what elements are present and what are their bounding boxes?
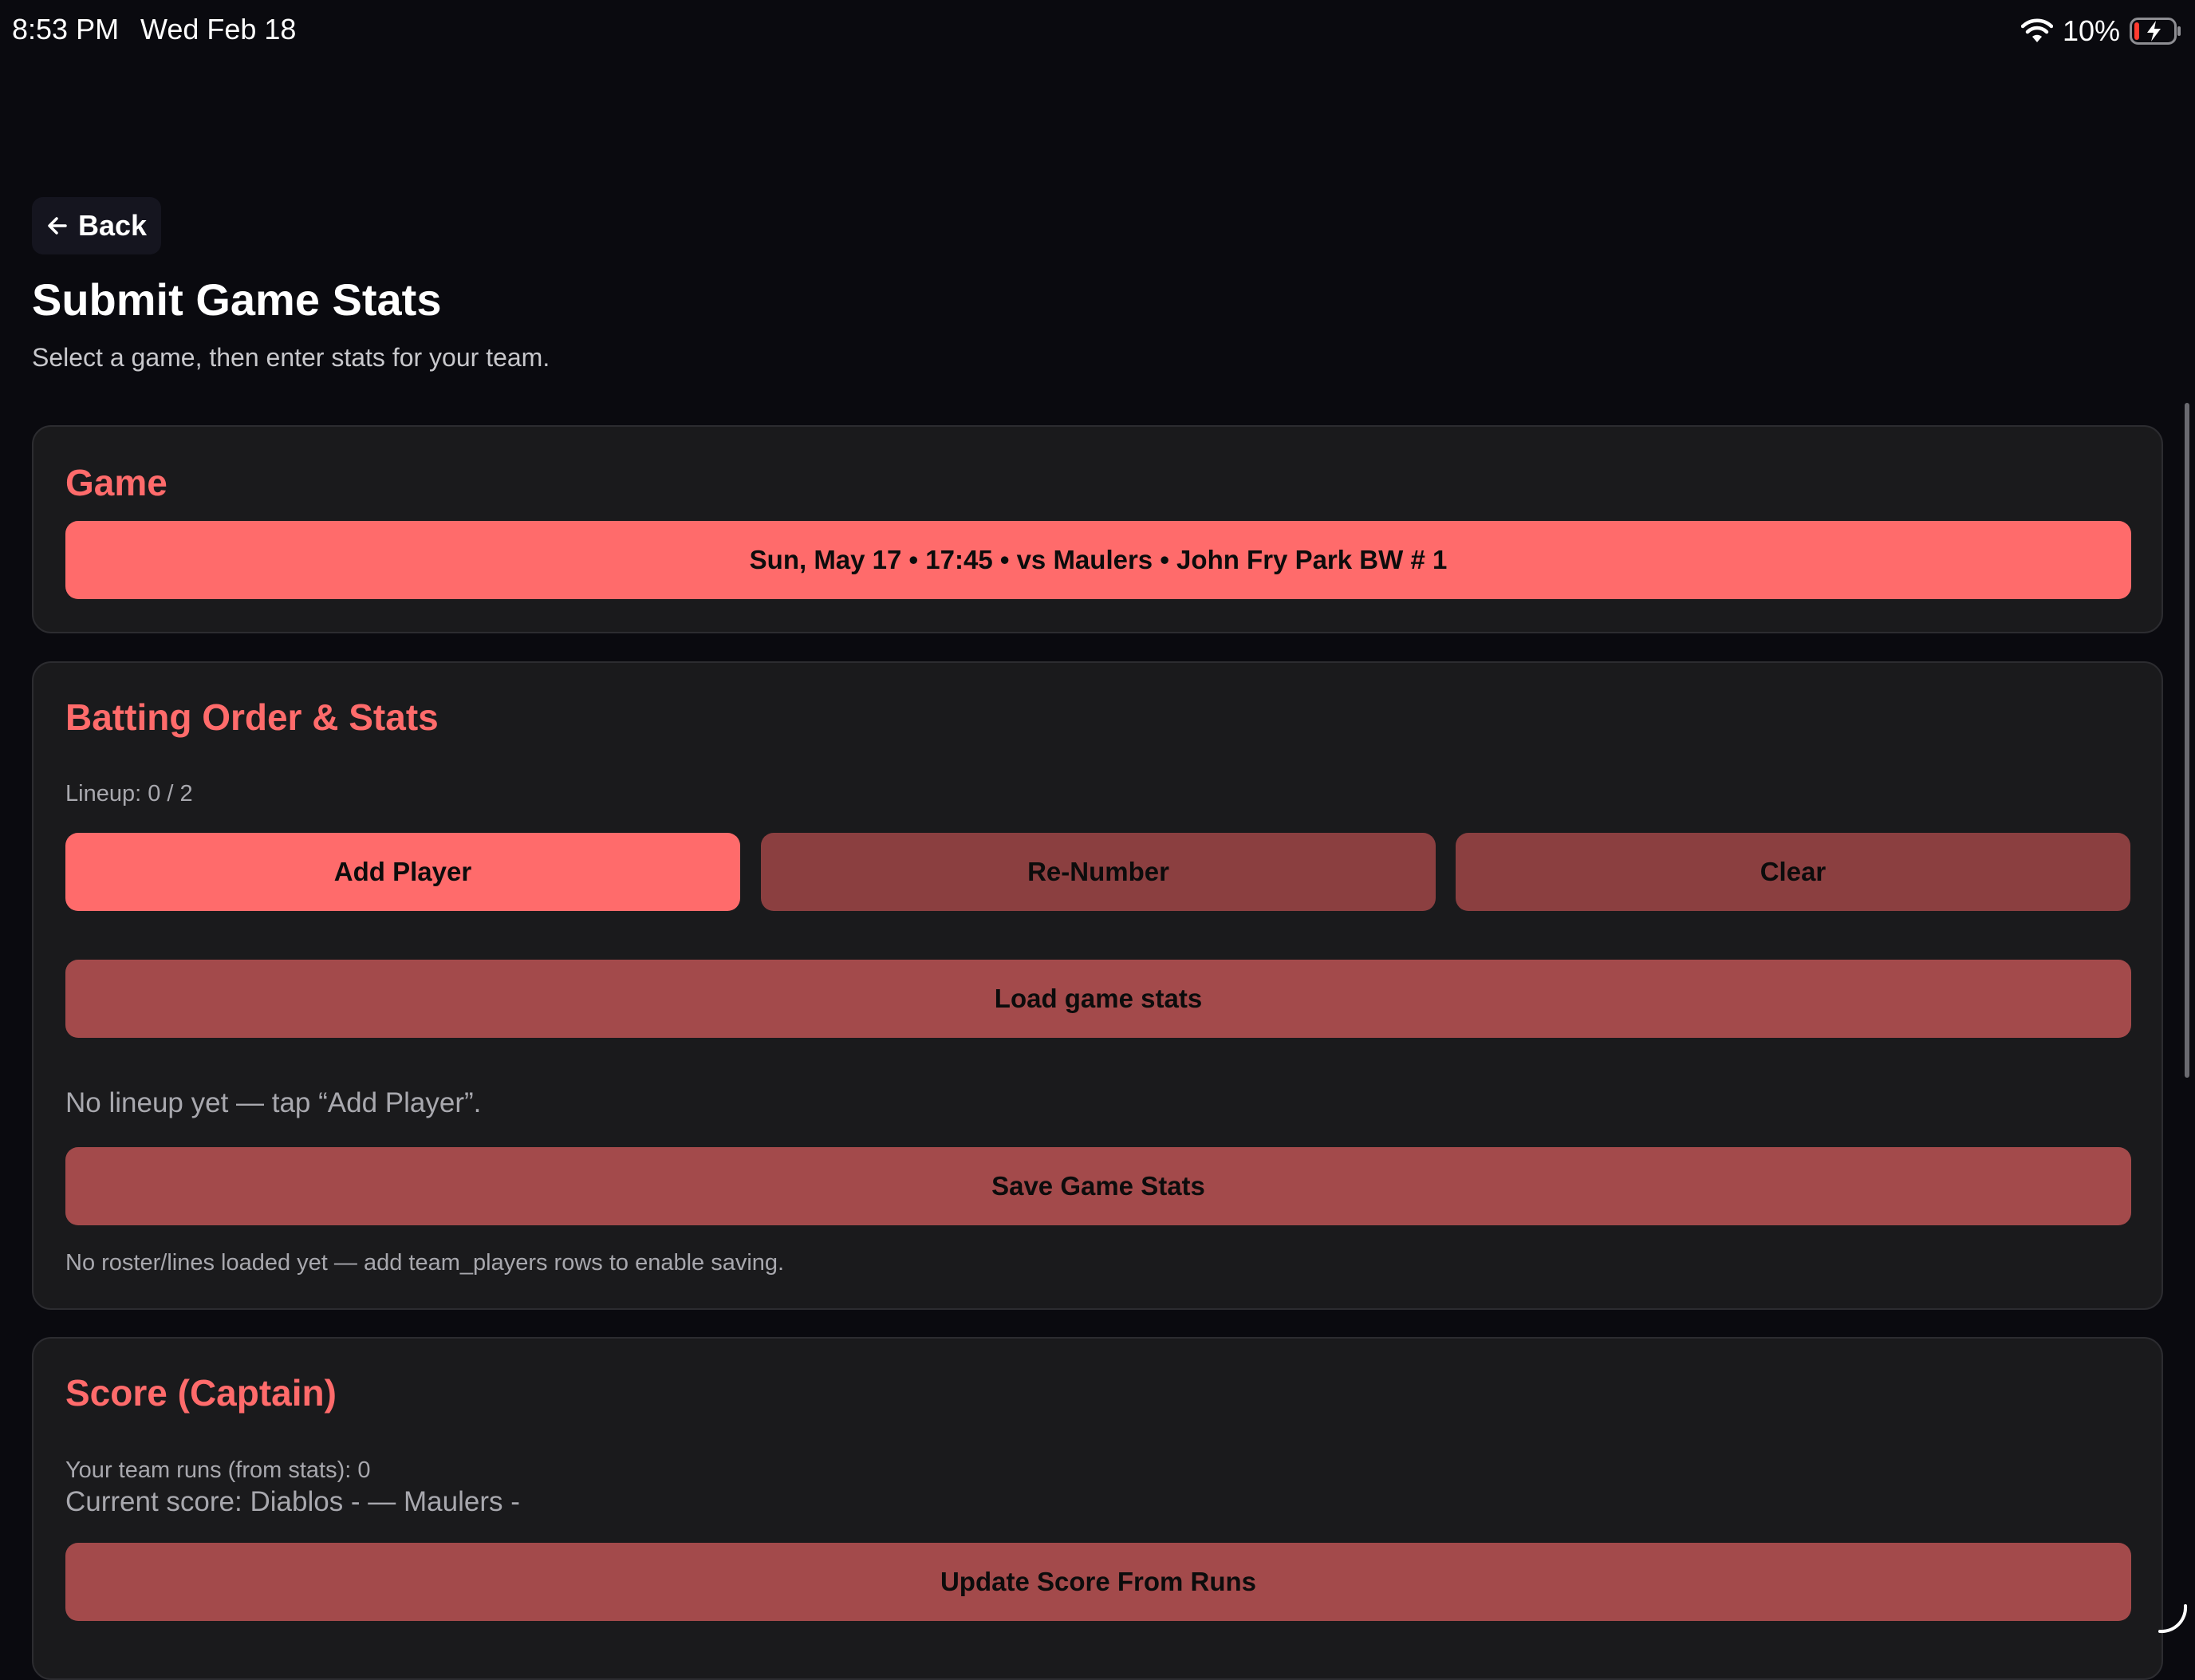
empty-lineup-message: No lineup yet — tap “Add Player”. [65,1087,482,1118]
lineup-count: Lineup: 0 / 2 [65,781,193,806]
scrollbar[interactable] [2185,403,2189,1078]
batting-card: Batting Order & Stats Lineup: 0 / 2 Add … [32,661,2163,1310]
current-score: Current score: Diablos - — Maulers - [65,1486,520,1517]
clear-button[interactable]: Clear [1456,833,2130,911]
back-button-label: Back [77,209,148,242]
save-game-stats-button[interactable]: Save Game Stats [65,1147,2131,1225]
battery-charging-icon [2130,18,2182,45]
page-subtitle: Select a game, then enter stats for your… [32,343,550,372]
battery-percent: 10% [2062,14,2120,47]
game-card: Game Sun, May 17 • 17:45 • vs Maulers • … [32,425,2163,633]
corner-handle-icon [2157,1603,2189,1639]
game-select-button[interactable]: Sun, May 17 • 17:45 • vs Maulers • John … [65,521,2131,599]
roster-note: No roster/lines loaded yet — add team_pl… [65,1250,785,1276]
arrow-left-icon [46,215,69,237]
status-date: Wed Feb 18 [140,13,297,45]
game-card-title: Game [65,462,167,503]
update-score-button[interactable]: Update Score From Runs [65,1543,2131,1621]
renumber-button[interactable]: Re-Number [761,833,1436,911]
back-button[interactable]: Back [32,197,161,254]
page-title: Submit Game Stats [32,274,442,325]
score-card-title: Score (Captain) [65,1372,337,1414]
score-card: Score (Captain) Your team runs (from sta… [32,1337,2163,1680]
load-game-stats-button[interactable]: Load game stats [65,960,2131,1038]
batting-card-title: Batting Order & Stats [65,696,439,738]
team-runs: Your team runs (from stats): 0 [65,1457,371,1483]
wifi-icon [2020,18,2053,44]
status-right: 10% [2020,11,2182,51]
status-time: 8:53 PM [12,13,120,45]
add-player-button[interactable]: Add Player [65,833,740,911]
status-bar: 8:53 PM Wed Feb 18 10% [0,0,2195,64]
